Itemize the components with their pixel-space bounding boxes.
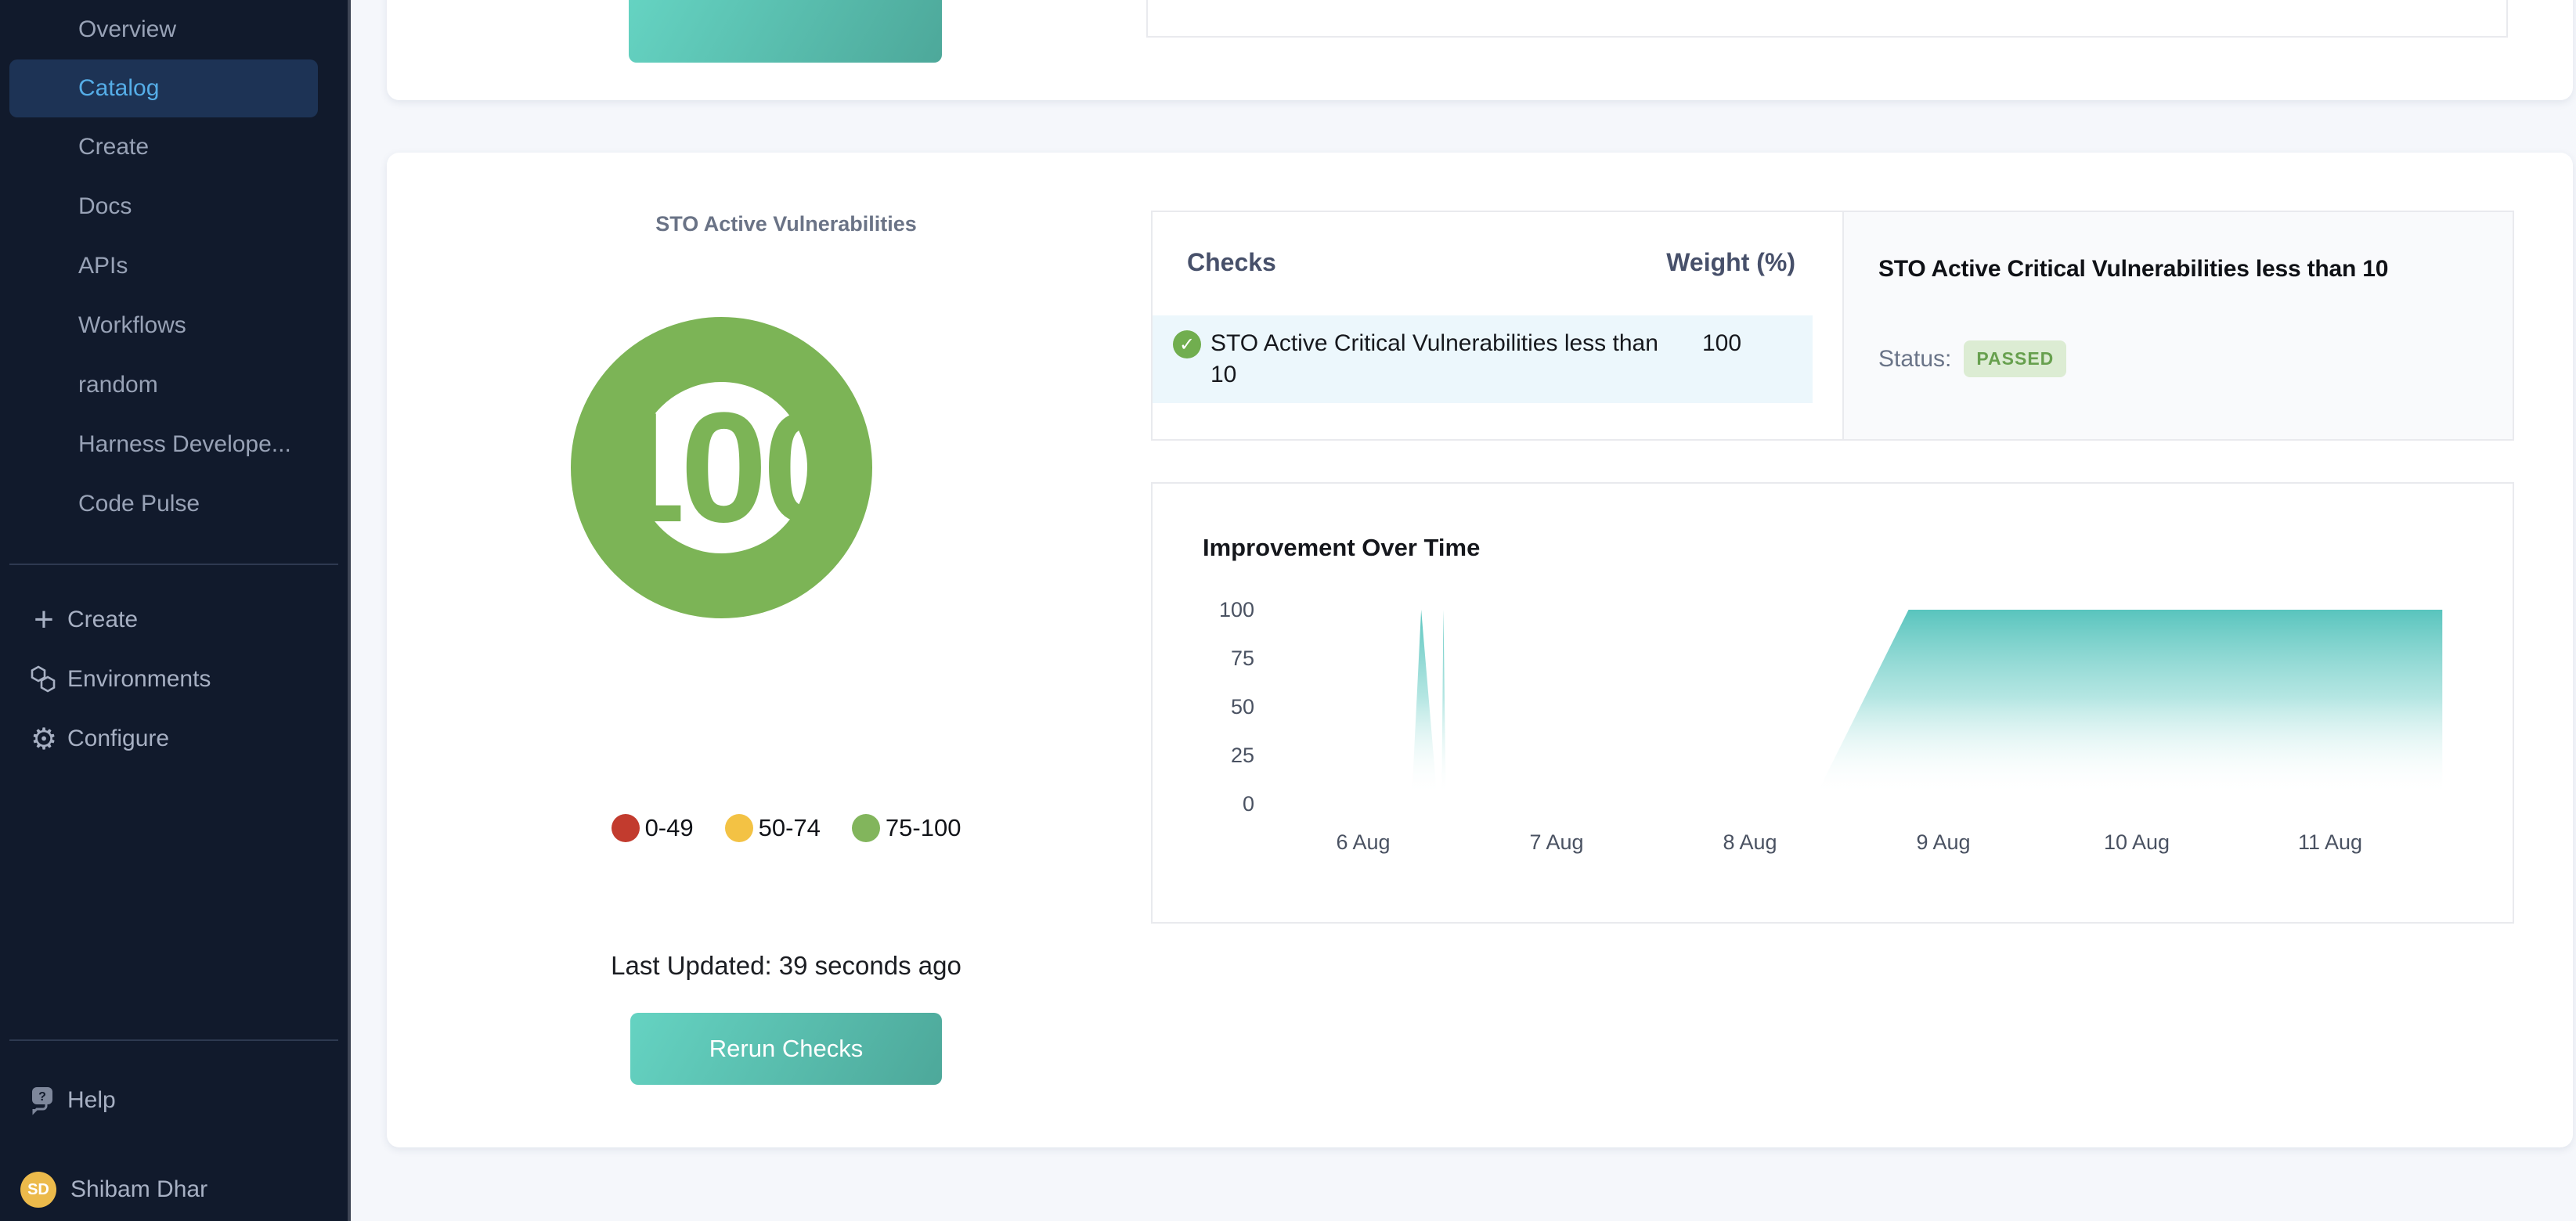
svg-text:25: 25 xyxy=(1231,744,1254,767)
svg-text:75: 75 xyxy=(1231,647,1254,670)
action-label: Create xyxy=(67,607,138,633)
checks-panel: Checks Weight (%) ✓ STO Active Critical … xyxy=(1151,211,1844,441)
legend-label: 0-49 xyxy=(645,814,694,842)
check-detail-title: STO Active Critical Vulnerabilities less… xyxy=(1878,256,2478,283)
svg-text:11 Aug: 11 Aug xyxy=(2298,830,2362,854)
scorecard-card-partial xyxy=(387,0,2573,100)
help-label: Help xyxy=(67,1087,116,1114)
svg-text:10 Aug: 10 Aug xyxy=(2104,830,2170,854)
hexagons-icon xyxy=(22,664,66,695)
main-content: STO Active Vulnerabilities 100 0-49 50-7… xyxy=(354,0,2576,1221)
sidebar-item-label: Workflows xyxy=(78,312,186,339)
legend-item-low: 0-49 xyxy=(612,814,694,842)
sidebar-item-label: APIs xyxy=(78,253,128,279)
sidebar-item-overview[interactable]: Overview xyxy=(0,0,348,59)
legend-item-high: 75-100 xyxy=(852,814,961,842)
help-chat-icon: ? xyxy=(22,1084,66,1117)
sidebar-divider xyxy=(9,564,338,565)
last-updated-text: Last Updated: 39 seconds ago xyxy=(387,951,1185,981)
sidebar-action-environments[interactable]: Environments xyxy=(0,650,348,709)
sidebar: Overview Catalog Create Docs APIs Workfl… xyxy=(0,0,351,1221)
sidebar-item-apis[interactable]: APIs xyxy=(0,236,348,296)
checks-column-header: Checks xyxy=(1187,247,1276,278)
sidebar-item-harness-developer[interactable]: Harness Develope... xyxy=(0,415,348,474)
plus-icon: + xyxy=(22,600,66,639)
scorecard-details-section: Checks Weight (%) ✓ STO Active Critical … xyxy=(1151,153,2514,1147)
rerun-checks-button[interactable]: Rerun Checks xyxy=(630,1013,942,1085)
user-menu[interactable]: SD Shibam Dhar xyxy=(0,1162,348,1218)
sidebar-item-workflows[interactable]: Workflows xyxy=(0,296,348,355)
score-gauge-section: STO Active Vulnerabilities 100 0-49 50-7… xyxy=(387,153,1185,1147)
weight-column-header: Weight (%) xyxy=(1666,247,1795,278)
svg-text:?: ? xyxy=(38,1090,46,1104)
sidebar-item-docs[interactable]: Docs xyxy=(0,177,348,236)
legend-label: 50-74 xyxy=(759,814,821,842)
gear-icon: ⚙ xyxy=(22,722,66,757)
svg-text:100: 100 xyxy=(1219,598,1254,621)
status-badge: PASSED xyxy=(1964,340,2066,377)
panel-fragment xyxy=(1146,0,2508,38)
svg-text:6 Aug: 6 Aug xyxy=(1336,830,1390,854)
check-weight-value: 100 xyxy=(1702,328,1741,391)
improvement-chart-panel: Improvement Over Time 10075502506 Aug7 A… xyxy=(1151,482,2514,924)
scorecard-title: STO Active Vulnerabilities xyxy=(387,212,1185,236)
sidebar-item-label: Overview xyxy=(78,16,176,43)
sidebar-nav-list: Overview Catalog Create Docs APIs Workfl… xyxy=(0,0,348,534)
help-button[interactable]: ? Help xyxy=(0,1071,348,1130)
user-name: Shibam Dhar xyxy=(70,1176,207,1203)
check-passed-icon: ✓ xyxy=(1173,330,1201,358)
sidebar-actions: + Create Environments ⚙ Configure xyxy=(0,590,348,769)
status-label: Status: xyxy=(1878,346,1951,373)
improvement-area-chart: 100 75 50 25 0 6 Aug 7 Aug 8 Aug 9 Aug 10 Aug 11 A… xyxy=(1153,484,2513,922)
sidebar-divider xyxy=(9,1039,338,1041)
action-label: Configure xyxy=(67,726,169,752)
check-label: STO Active Critical Vulnerabilities less… xyxy=(1210,328,1680,391)
sidebar-action-configure[interactable]: ⚙ Configure xyxy=(0,709,348,769)
sidebar-item-label: Docs xyxy=(78,193,132,220)
action-label: Environments xyxy=(67,666,211,693)
svg-text:8 Aug: 8 Aug xyxy=(1723,830,1777,854)
legend-dot-yellow xyxy=(725,814,753,842)
sidebar-bottom: ? Help SD Shibam Dhar xyxy=(0,1039,348,1218)
svg-text:50: 50 xyxy=(1231,695,1254,719)
sidebar-item-label: Code Pulse xyxy=(78,491,200,517)
svg-text:9 Aug: 9 Aug xyxy=(1916,830,1970,854)
avatar: SD xyxy=(20,1172,56,1208)
legend-dot-red xyxy=(612,814,640,842)
sidebar-item-create[interactable]: Create xyxy=(0,117,348,177)
sidebar-item-label: Catalog xyxy=(78,75,159,102)
scorecard-card: STO Active Vulnerabilities 100 0-49 50-7… xyxy=(387,153,2573,1147)
sidebar-item-label: random xyxy=(78,372,158,398)
check-row[interactable]: ✓ STO Active Critical Vulnerabilities le… xyxy=(1153,315,1813,403)
check-detail-panel: STO Active Critical Vulnerabilities less… xyxy=(1844,211,2514,441)
sidebar-item-label: Harness Develope... xyxy=(78,431,291,458)
sidebar-item-random[interactable]: random xyxy=(0,355,348,415)
sidebar-item-catalog[interactable]: Catalog xyxy=(9,59,318,117)
legend-label: 75-100 xyxy=(886,814,961,842)
svg-text:0: 0 xyxy=(1243,792,1254,816)
svg-text:7 Aug: 7 Aug xyxy=(1529,830,1583,854)
score-donut-gauge: 100 xyxy=(571,317,872,618)
sidebar-item-code-pulse[interactable]: Code Pulse xyxy=(0,474,348,534)
score-value: 100 xyxy=(598,390,846,546)
sidebar-item-label: Create xyxy=(78,134,149,160)
score-legend: 0-49 50-74 75-100 xyxy=(387,814,1185,842)
rerun-checks-button-partial[interactable] xyxy=(629,0,942,63)
legend-dot-green xyxy=(852,814,880,842)
legend-item-medium: 50-74 xyxy=(725,814,821,842)
sidebar-action-create[interactable]: + Create xyxy=(0,590,348,650)
